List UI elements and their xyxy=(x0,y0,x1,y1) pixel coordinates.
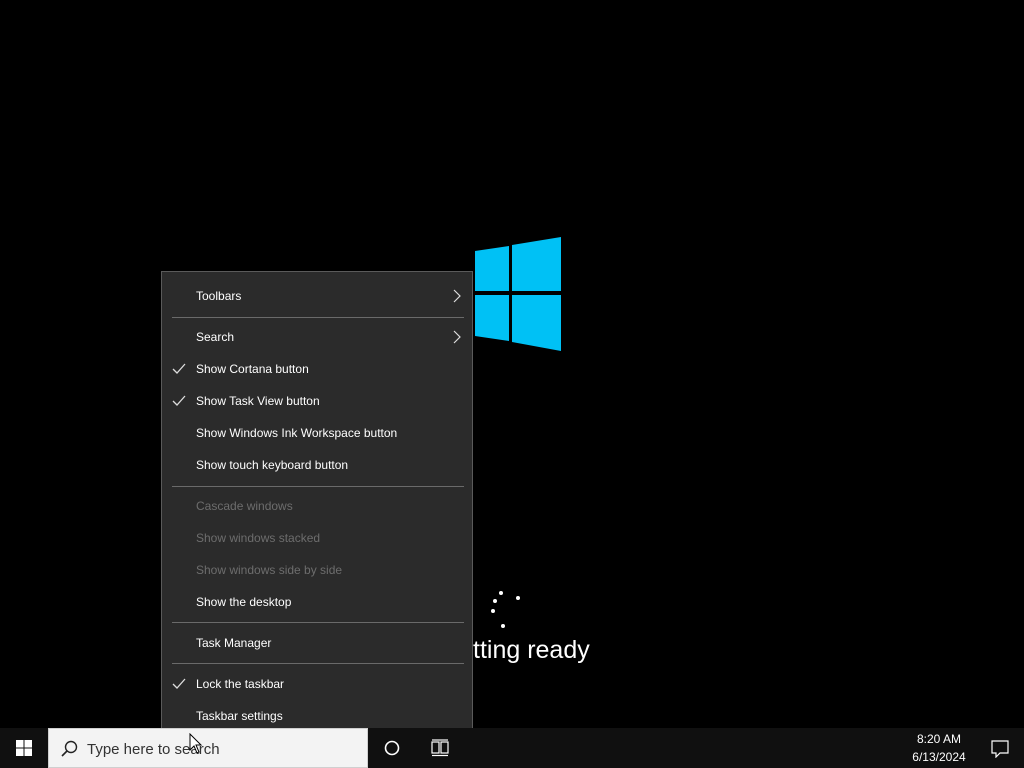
menu-item-label: Cascade windows xyxy=(196,499,293,513)
menu-item-cascade-windows: Cascade windows xyxy=(162,491,472,521)
menu-item-show-cortana-button[interactable]: Show Cortana button xyxy=(162,354,472,384)
boot-status-text: tting ready xyxy=(473,636,590,664)
checkmark-icon xyxy=(172,678,186,689)
cortana-button[interactable] xyxy=(368,728,416,768)
windows-start-icon xyxy=(16,740,32,756)
menu-separator xyxy=(172,622,464,623)
cortana-icon xyxy=(384,740,400,756)
menu-item-show-windows-stacked: Show windows stacked xyxy=(162,523,472,553)
action-center-button[interactable] xyxy=(976,728,1024,768)
menu-item-task-manager[interactable]: Task Manager xyxy=(162,628,472,658)
menu-item-show-touch-keyboard-button[interactable]: Show touch keyboard button xyxy=(162,450,472,480)
menu-item-label: Show Windows Ink Workspace button xyxy=(196,426,398,440)
taskbar-search-box[interactable] xyxy=(48,728,368,768)
menu-item-show-the-desktop[interactable]: Show the desktop xyxy=(162,587,472,617)
taskbar-context-menu: Toolbars Search Show Cortana button Show… xyxy=(161,271,473,740)
menu-item-label: Show windows stacked xyxy=(196,531,321,545)
menu-item-label: Show the desktop xyxy=(196,595,292,609)
menu-item-label: Search xyxy=(196,330,235,344)
taskbar: 8:20 AM 6/13/2024 xyxy=(0,728,1024,768)
menu-item-show-ink-workspace-button[interactable]: Show Windows Ink Workspace button xyxy=(162,418,472,448)
menu-separator xyxy=(172,317,464,318)
menu-item-taskbar-settings[interactable]: Taskbar settings xyxy=(162,701,472,731)
chevron-right-icon xyxy=(453,289,461,303)
menu-separator xyxy=(172,486,464,487)
menu-item-label: Task Manager xyxy=(196,636,272,650)
taskbar-clock[interactable]: 8:20 AM 6/13/2024 xyxy=(896,728,982,768)
boot-status-text-container: tting ready xyxy=(473,630,603,670)
start-button[interactable] xyxy=(0,728,48,768)
menu-separator xyxy=(172,663,464,664)
checkmark-icon xyxy=(172,363,186,374)
menu-item-search[interactable]: Search xyxy=(162,322,472,352)
menu-item-show-task-view-button[interactable]: Show Task View button xyxy=(162,386,472,416)
menu-item-label: Toolbars xyxy=(196,289,242,303)
menu-item-label: Taskbar settings xyxy=(196,709,283,723)
chevron-right-icon xyxy=(453,330,461,344)
menu-item-label: Show Cortana button xyxy=(196,362,309,376)
action-center-icon xyxy=(991,740,1009,758)
search-input[interactable] xyxy=(87,737,357,761)
mouse-cursor-icon xyxy=(189,733,203,754)
loading-spinner-icon xyxy=(491,591,520,628)
menu-item-show-windows-side-by-side: Show windows side by side xyxy=(162,555,472,585)
checkmark-icon xyxy=(172,395,186,406)
menu-item-lock-the-taskbar[interactable]: Lock the taskbar xyxy=(162,669,472,699)
clock-date: 6/13/2024 xyxy=(912,750,966,764)
task-view-button[interactable] xyxy=(416,728,464,768)
menu-item-label: Show windows side by side xyxy=(196,563,343,577)
menu-item-label: Show Task View button xyxy=(196,394,320,408)
search-icon xyxy=(61,740,78,757)
clock-time: 8:20 AM xyxy=(916,732,962,746)
menu-item-toolbars[interactable]: Toolbars xyxy=(162,281,472,311)
menu-item-label: Lock the taskbar xyxy=(196,677,285,691)
menu-item-label: Show touch keyboard button xyxy=(196,458,349,472)
windows-logo-icon xyxy=(475,237,561,351)
task-view-icon xyxy=(431,739,449,757)
